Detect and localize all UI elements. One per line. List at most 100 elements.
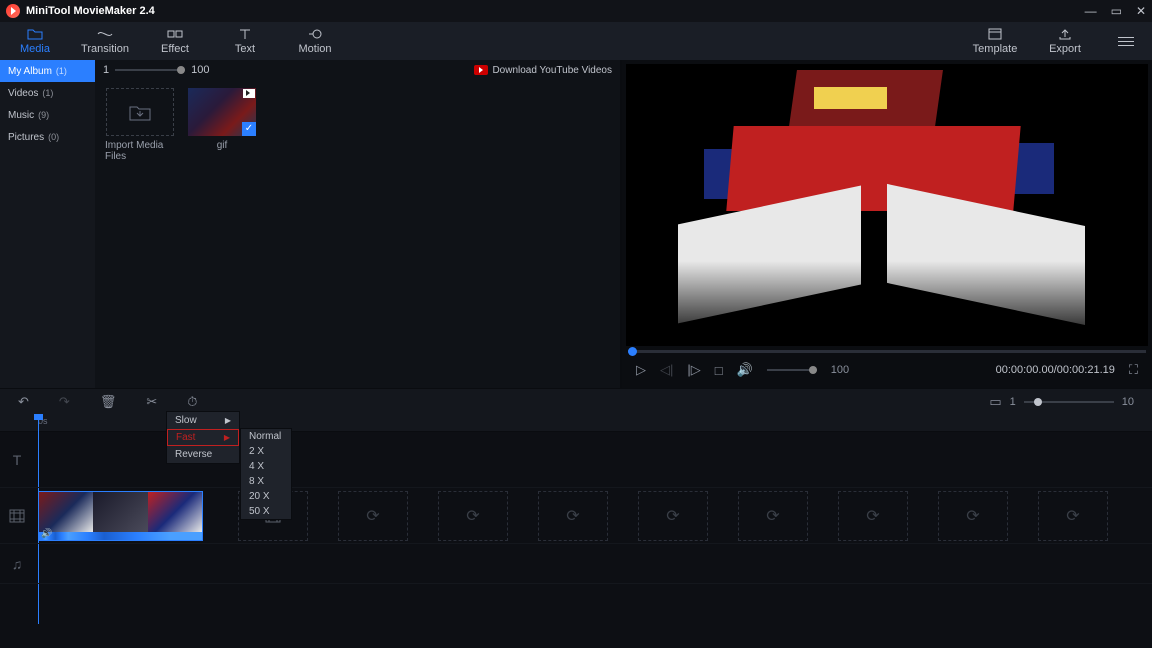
toolbar-effect[interactable]: Effect bbox=[140, 22, 210, 60]
speed-4x[interactable]: 4 X bbox=[241, 459, 291, 474]
timeline-zoom-slider[interactable] bbox=[1024, 401, 1114, 403]
sidebar-label: Music bbox=[8, 110, 34, 121]
speed-normal[interactable]: Normal bbox=[241, 429, 291, 444]
main-toolbar: Media Transition Effect Text Motion Temp… bbox=[0, 22, 1152, 60]
empty-slot[interactable]: ⟳ bbox=[538, 491, 608, 541]
toolbar-text-label: Text bbox=[235, 43, 255, 55]
sidebar-count: (1) bbox=[56, 66, 67, 76]
empty-slot[interactable]: ⟳ bbox=[638, 491, 708, 541]
empty-slot[interactable]: ⟳ bbox=[738, 491, 808, 541]
toolbar-template[interactable]: Template bbox=[960, 22, 1030, 60]
text-icon bbox=[237, 27, 253, 41]
close-button[interactable]: ✕ bbox=[1136, 4, 1146, 18]
media-clip-gif[interactable]: ✓ gif bbox=[187, 88, 257, 162]
menu-label: Slow bbox=[175, 415, 197, 426]
zoom-max: 100 bbox=[191, 64, 209, 76]
text-track-icon: T bbox=[0, 452, 34, 468]
tzoom-min: 1 bbox=[1010, 396, 1016, 408]
speed-fast[interactable]: Fast ▶ bbox=[167, 429, 239, 446]
preview-frame bbox=[626, 64, 1148, 346]
toolbar-template-label: Template bbox=[973, 43, 1018, 55]
volume-slider[interactable] bbox=[767, 369, 817, 371]
sidebar-count: (9) bbox=[38, 110, 49, 120]
waveform bbox=[39, 532, 202, 541]
folder-icon bbox=[27, 27, 43, 41]
seek-bar[interactable] bbox=[628, 350, 1146, 353]
toolbar-export-label: Export bbox=[1049, 43, 1081, 55]
video-track[interactable]: 🔊 ⟳ ⟳ ⟳ ⟳ ⟳ ⟳ ⟳ ⟳ bbox=[0, 488, 1152, 544]
video-badge-icon bbox=[243, 89, 255, 98]
undo-button[interactable]: ↶ bbox=[18, 394, 29, 410]
redo-button[interactable]: ↷ bbox=[59, 394, 70, 410]
toolbar-effect-label: Effect bbox=[161, 43, 189, 55]
split-button[interactable]: ✂ bbox=[146, 394, 157, 410]
empty-slot[interactable]: ⟳ bbox=[338, 491, 408, 541]
toolbar-media[interactable]: Media bbox=[0, 22, 70, 60]
toolbar-motion-label: Motion bbox=[298, 43, 331, 55]
speed-reverse[interactable]: Reverse bbox=[167, 446, 239, 463]
app-logo-icon bbox=[6, 4, 20, 18]
delete-button[interactable]: 🗑 bbox=[100, 394, 117, 410]
toolbar-text[interactable]: Text bbox=[210, 22, 280, 60]
export-icon bbox=[1057, 27, 1073, 41]
toolbar-transition-label: Transition bbox=[81, 43, 129, 55]
app-title: MiniTool MovieMaker 2.4 bbox=[26, 5, 155, 17]
download-youtube-label: Download YouTube Videos bbox=[492, 65, 612, 76]
speed-8x[interactable]: 8 X bbox=[241, 474, 291, 489]
toolbar-motion[interactable]: Motion bbox=[280, 22, 350, 60]
audio-track-icon: ♫ bbox=[0, 556, 34, 572]
empty-slot[interactable]: ⟳ bbox=[838, 491, 908, 541]
import-label: Import Media Files bbox=[105, 140, 175, 162]
empty-slot[interactable]: ⟳ bbox=[1038, 491, 1108, 541]
stop-button[interactable]: □ bbox=[715, 363, 723, 378]
sidebar-count: (0) bbox=[48, 132, 59, 142]
clip-thumbnail: ✓ bbox=[188, 88, 256, 136]
sidebar-count: (1) bbox=[42, 88, 53, 98]
volume-icon[interactable]: 🔊 bbox=[737, 362, 753, 378]
speed-50x[interactable]: 50 X bbox=[241, 504, 291, 519]
timeline-clip[interactable]: 🔊 bbox=[38, 491, 203, 541]
minimize-button[interactable]: ― bbox=[1085, 4, 1097, 18]
video-preview[interactable] bbox=[626, 64, 1148, 346]
prev-frame-button[interactable]: ◁| bbox=[660, 362, 673, 378]
maximize-button[interactable]: ▭ bbox=[1111, 4, 1122, 18]
empty-slot[interactable]: ⟳ bbox=[438, 491, 508, 541]
speed-2x[interactable]: 2 X bbox=[241, 444, 291, 459]
transition-icon bbox=[97, 27, 113, 41]
thumb-zoom-slider[interactable] bbox=[115, 69, 185, 71]
sidebar-item-music[interactable]: Music (9) bbox=[0, 104, 95, 126]
speed-slow[interactable]: Slow ▶ bbox=[167, 412, 239, 429]
toolbar-export[interactable]: Export bbox=[1030, 22, 1100, 60]
sidebar-item-myalbum[interactable]: My Album(1) bbox=[0, 60, 95, 82]
sidebar-item-videos[interactable]: Videos(1) bbox=[0, 82, 95, 104]
fullscreen-button[interactable]: ⛶ bbox=[1129, 362, 1138, 378]
download-youtube-button[interactable]: Download YouTube Videos bbox=[474, 65, 612, 76]
tzoom-max: 10 bbox=[1122, 396, 1134, 408]
submenu-arrow-icon: ▶ bbox=[225, 416, 231, 425]
title-bar: MiniTool MovieMaker 2.4 ― ▭ ✕ bbox=[0, 0, 1152, 22]
motion-icon bbox=[307, 27, 323, 41]
empty-slot[interactable]: ⟳ bbox=[938, 491, 1008, 541]
menu-label: Reverse bbox=[175, 449, 212, 460]
zoom-min: 1 bbox=[103, 64, 109, 76]
speed-20x[interactable]: 20 X bbox=[241, 489, 291, 504]
play-button[interactable]: ▷ bbox=[636, 362, 646, 378]
speed-button[interactable]: ⏱ bbox=[187, 394, 197, 410]
sidebar-item-pictures[interactable]: Pictures(0) bbox=[0, 126, 95, 148]
menu-label: Fast bbox=[176, 432, 195, 443]
volume-value: 100 bbox=[831, 364, 849, 376]
media-panel: 1 100 Download YouTube Videos Import Med… bbox=[95, 60, 622, 388]
menu-button[interactable] bbox=[1110, 37, 1142, 46]
next-frame-button[interactable]: |▷ bbox=[687, 362, 700, 378]
template-icon bbox=[987, 27, 1003, 41]
speed-menu: Slow ▶ Fast ▶ Reverse bbox=[166, 411, 240, 464]
clip-label: gif bbox=[217, 140, 228, 151]
audio-track[interactable]: ♫ bbox=[0, 544, 1152, 584]
preview-panel: ▷ ◁| |▷ □ 🔊 100 00:00:00.00/00:00:21.19 … bbox=[622, 60, 1152, 388]
import-icon bbox=[106, 88, 174, 136]
effect-icon bbox=[167, 27, 183, 41]
fit-button[interactable]: ▭ bbox=[989, 394, 1001, 410]
import-media-button[interactable]: Import Media Files bbox=[105, 88, 175, 162]
toolbar-transition[interactable]: Transition bbox=[70, 22, 140, 60]
submenu-arrow-icon: ▶ bbox=[224, 433, 230, 442]
